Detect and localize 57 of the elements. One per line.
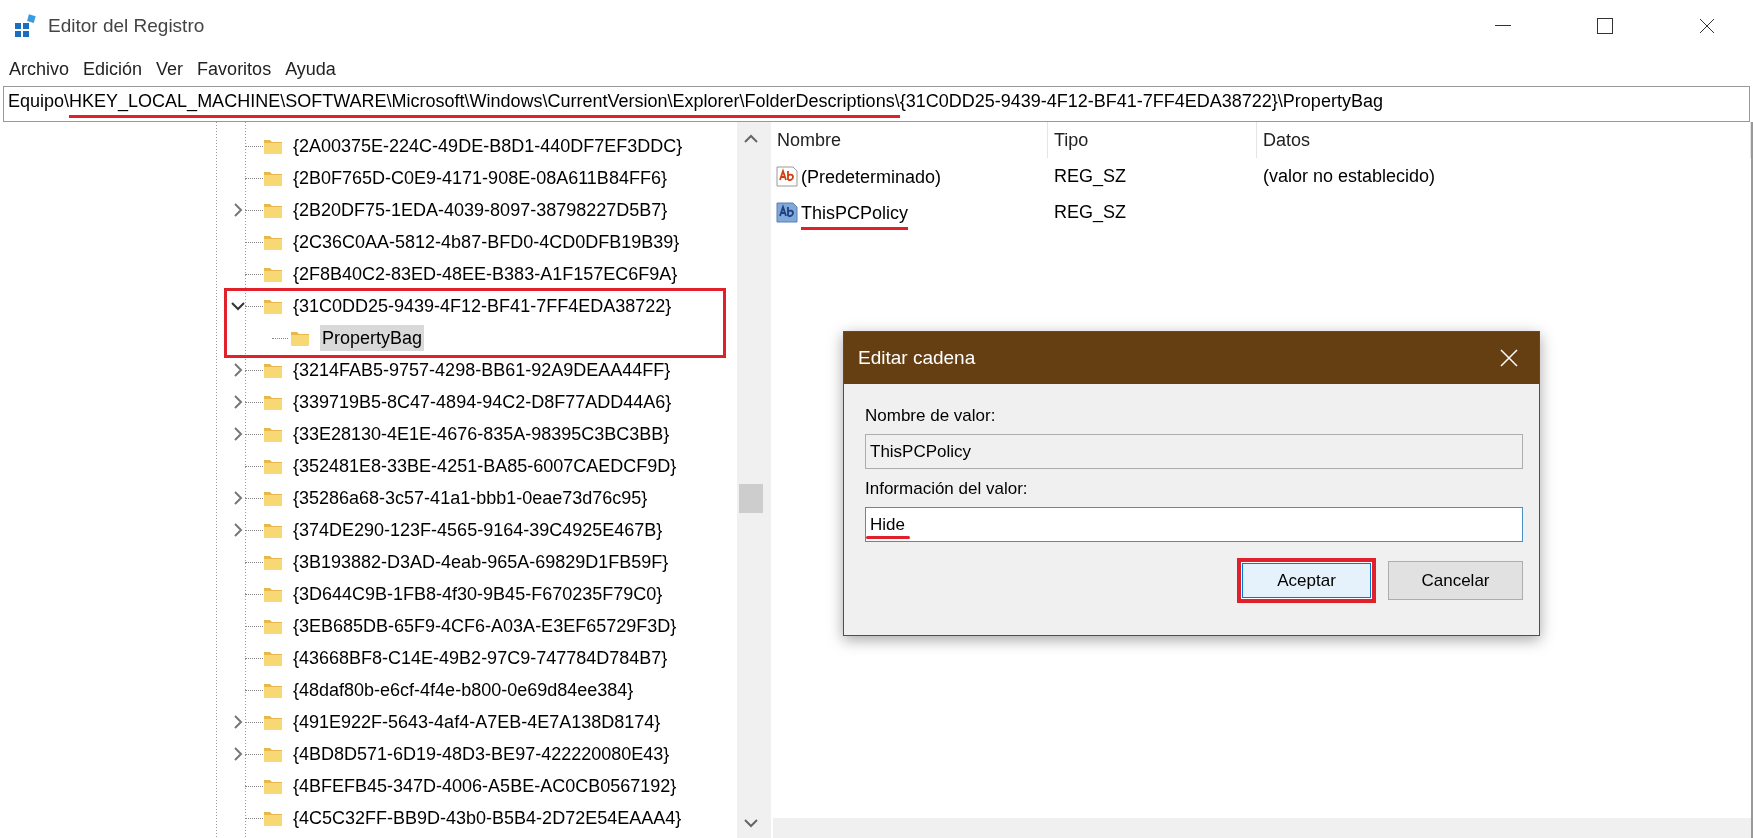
tree-item[interactable]: {48daf80b-e6cf-4f4e-b800-0e69d84ee384} [291,677,636,703]
tree-item[interactable]: {2B0F765D-C0E9-4171-908E-08A611B84FF6} [291,165,669,191]
tree-item[interactable]: {4BD8D571-6D19-48D3-BE97-422220080E43} [291,741,672,767]
string-value-icon [775,164,799,188]
tree-item[interactable]: PropertyBag [320,325,425,351]
dialog-button[interactable]: Cancelar [1388,561,1523,600]
value-name-field[interactable]: ThisPCPolicy [865,434,1523,469]
value-type: REG_SZ [1053,201,1128,223]
minimize-icon [1495,25,1511,27]
tree-item[interactable]: {43668BF8-C14E-49B2-97C9-747784D784B7} [291,645,670,671]
menu-item[interactable]: Ver [149,58,191,80]
app-icon [14,14,38,38]
tree-item[interactable]: {3D644C9B-1FB8-4f30-9B45-F670235F79C0} [291,581,665,607]
dialog-title: Editar cadena [858,347,977,369]
menu-item[interactable]: Ayuda [278,58,343,80]
tree-item[interactable]: {4C5C32FF-BB9D-43b0-B5B4-2D72E54EAAA4} [291,805,684,831]
column-header[interactable]: Nombre [771,122,1048,158]
scrollbar[interactable] [773,818,1751,838]
tree-item[interactable]: {2F8B40C2-83ED-48EE-B383-A1F157EC6F9A} [291,261,680,287]
address-bar[interactable]: Equipo\HKEY_LOCAL_MACHINE\SOFTWARE\Microsoft\Windows\CurrentVersion\Explorer\FolderDescriptions\{31C0DD25-9439-4F12-BF41-7FF4EDA38722}\PropertyBag [3,86,1750,122]
value-name[interactable]: (Predeterminado) [801,158,942,194]
maximize-icon [1597,18,1613,34]
tree-item[interactable]: {352481E8-33BE-4251-BA85-6007CAEDCF9D} [291,453,679,479]
value-type: REG_SZ [1053,165,1128,187]
field-label: Información del valor: [865,479,1029,499]
tree-item[interactable]: {33E28130-4E1E-4676-835A-98395C3BC3BB} [291,421,672,447]
tree-item[interactable]: {31C0DD25-9439-4F12-BF41-7FF4EDA38722} [291,293,674,319]
value-name[interactable]: ThisPCPolicy [801,194,909,230]
tree-item[interactable]: {3214FAB5-9757-4298-BB61-92A9DEAA44FF} [291,357,673,383]
tree-item[interactable]: {2B20DF75-1EDA-4039-8097-38798227D5B7} [291,197,670,223]
menu-item[interactable]: Archivo [2,58,77,80]
tree-item[interactable]: {3EB685DB-65F9-4CF6-A03A-E3EF65729F3D} [291,613,679,639]
tree-item[interactable]: {4BFEFB45-347D-4006-A5BE-AC0CB0567192} [291,773,679,799]
dialog-button[interactable]: Aceptar [1237,558,1376,603]
window-title: Editor del Registro [48,15,206,37]
tree-item[interactable]: {3B193882-D3AD-4eab-965A-69829D1FB59F} [291,549,671,575]
value-data: (valor no establecido) [1262,165,1437,187]
tree-item[interactable]: {35286a68-3c57-41a1-bbb1-0eae73d76c95} [291,485,650,511]
menu-item[interactable]: Edición [76,58,150,80]
menu-item[interactable]: Favoritos [190,58,279,80]
scroll-thumb[interactable] [739,484,763,513]
value-data-field[interactable]: Hide [865,507,1523,542]
column-header[interactable]: Tipo [1048,122,1257,158]
tree-item[interactable]: {491E922F-5643-4af4-A7EB-4E7A138D8174} [291,709,663,735]
tree-item[interactable]: {339719B5-8C47-4894-94C2-D8F77ADD44A6} [291,389,674,415]
column-header[interactable]: Datos [1257,122,1751,158]
tree-item[interactable]: {2A00375E-224C-49DE-B8D1-440DF7EF3DDC} [291,133,685,159]
tree-item[interactable]: {2C36C0AA-5812-4b87-BFD0-4CD0DFB19B39} [291,229,682,255]
string-value-icon [775,200,799,224]
close-icon [1500,349,1518,367]
field-label: Nombre de valor: [865,406,997,426]
registry-path: Equipo\HKEY_LOCAL_MACHINE\SOFTWARE\Microsoft\Windows\CurrentVersion\Explorer\FolderDescriptions\{31C0DD25-9439-4F12-BF41-7FF4EDA38722}\PropertyBag [8,90,1383,118]
tree-item[interactable]: {374DE290-123F-4565-9164-39C4925E467B} [291,517,665,543]
close-icon [1699,18,1715,34]
scrollbar[interactable] [737,122,765,838]
scroll-up-icon[interactable] [744,134,758,144]
scroll-down-icon[interactable] [744,818,758,828]
